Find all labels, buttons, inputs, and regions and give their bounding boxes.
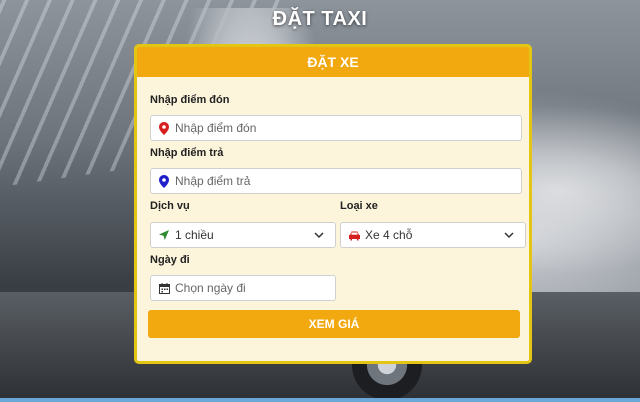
date-label: Ngày đi — [150, 254, 190, 266]
calendar-icon — [153, 282, 175, 294]
pickup-placeholder: Nhập điểm đón — [175, 121, 257, 135]
vehicle-value: Xe 4 chỗ — [365, 228, 413, 242]
pickup-input[interactable]: Nhập điểm đón — [150, 115, 522, 141]
vehicle-label: Loại xe — [340, 200, 378, 212]
service-label: Dịch vụ — [150, 200, 190, 212]
car-icon — [343, 230, 365, 241]
map-pin-blue-icon — [153, 174, 175, 188]
service-value: 1 chiều — [175, 228, 214, 242]
booking-form: ĐẶT XE Nhập điểm đón Nhập điểm đón Nhập … — [134, 44, 532, 364]
pickup-label: Nhập điểm đón — [150, 94, 230, 106]
chevron-down-icon — [309, 231, 329, 239]
dropoff-input[interactable]: Nhập điểm trả — [150, 168, 522, 194]
map-pin-red-icon — [153, 121, 175, 135]
date-input[interactable]: Chọn ngày đi — [150, 275, 336, 301]
bottom-strip — [0, 398, 640, 402]
dropoff-label: Nhập điểm trả — [150, 147, 224, 159]
page-title: ĐẶT TAXI — [272, 8, 368, 30]
view-price-button[interactable]: XEM GIÁ — [148, 310, 520, 338]
date-placeholder: Chọn ngày đi — [175, 281, 246, 295]
vehicle-select[interactable]: Xe 4 chỗ — [340, 222, 526, 248]
dropoff-placeholder: Nhập điểm trả — [175, 174, 251, 188]
form-header: ĐẶT XE — [137, 47, 529, 77]
navigation-arrow-icon — [153, 229, 175, 241]
chevron-down-icon — [499, 231, 519, 239]
service-select[interactable]: 1 chiều — [150, 222, 336, 248]
